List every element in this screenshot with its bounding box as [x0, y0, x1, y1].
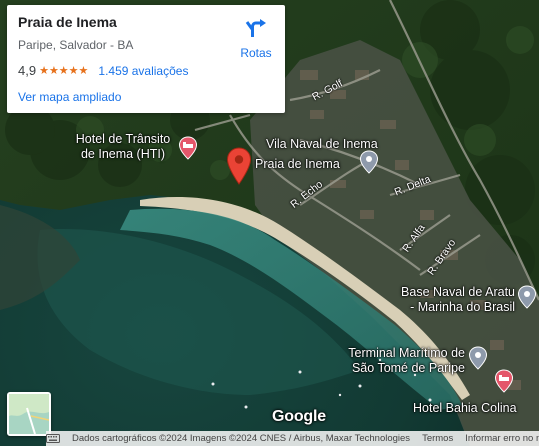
poi-label-terminal-maritimo[interactable]: Terminal Marítimo de São Tomé de Paripe — [326, 346, 465, 376]
poi-hotel-transito-line1: Hotel de Trânsito — [75, 132, 171, 146]
place-address: Paripe, Salvador - BA — [18, 38, 134, 52]
keyboard-shortcuts-button[interactable] — [46, 434, 60, 443]
map-view-thumbnail-icon — [9, 394, 49, 434]
attribution-bar: Dados cartográficos ©2024 Imagens ©2024 … — [46, 431, 539, 446]
place-info-card: Praia de Inema Paripe, Salvador - BA 4,9… — [7, 5, 285, 113]
poi-label-base-naval[interactable]: Base Naval de Aratu - Marinha do Brasil — [389, 285, 515, 315]
rating-value: 4,9 — [18, 63, 37, 78]
report-map-error-link[interactable]: Informar erro no mapa — [465, 433, 539, 444]
poi-label-praia-inema[interactable]: Praia de Inema — [255, 157, 340, 172]
map-data-attribution: Dados cartográficos ©2024 Imagens ©2024 … — [72, 433, 411, 444]
place-rating: 4,9 ★★★★★ 1.459 avaliações — [18, 63, 188, 78]
poi-base-naval-line2: - Marinha do Brasil — [410, 300, 515, 314]
place-title: Praia de Inema — [18, 14, 117, 30]
terms-link[interactable]: Termos — [422, 433, 453, 444]
map-layer-toggle-thumbnail[interactable] — [7, 392, 51, 436]
poi-terminal-line2: São Tomé de Paripe — [351, 361, 465, 375]
poi-marker-vila-naval-icon[interactable] — [359, 150, 379, 174]
hotel-marker-icon[interactable] — [178, 136, 198, 160]
directions-label: Rotas — [240, 46, 272, 60]
keyboard-icon — [46, 434, 60, 443]
poi-label-hotel-transito[interactable]: Hotel de Trânsito de Inema (HTI) — [68, 132, 178, 162]
view-larger-map-link[interactable]: Ver mapa ampliado — [18, 90, 121, 104]
hotel-bahia-marker-icon[interactable] — [494, 369, 514, 393]
poi-marker-terminal-icon[interactable] — [468, 346, 488, 370]
google-logo: Google — [272, 408, 326, 425]
poi-terminal-line1: Terminal Marítimo de — [348, 346, 465, 360]
directions-icon — [245, 19, 266, 37]
selected-location-pin-icon[interactable] — [226, 147, 252, 185]
poi-marker-base-naval-icon[interactable] — [517, 285, 537, 309]
poi-label-hotel-bahia[interactable]: Hotel Bahia Colina — [413, 401, 517, 416]
poi-hotel-transito-line2: de Inema (HTI) — [80, 147, 166, 161]
directions-button[interactable]: Rotas — [233, 17, 279, 60]
reviews-link[interactable]: 1.459 avaliações — [98, 64, 188, 78]
rating-stars-icon: ★★★★★ — [39, 65, 89, 77]
poi-base-naval-line1: Base Naval de Aratu — [401, 285, 515, 299]
